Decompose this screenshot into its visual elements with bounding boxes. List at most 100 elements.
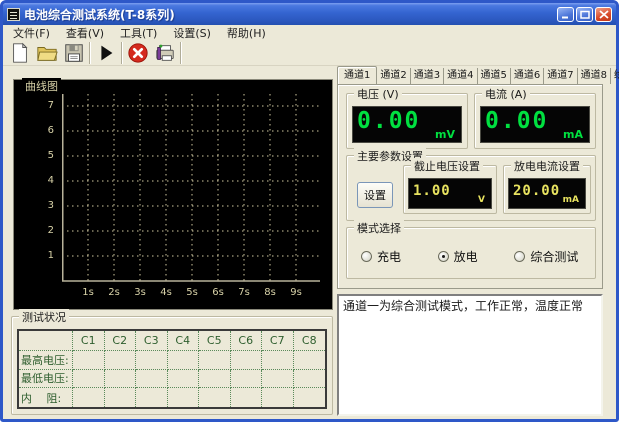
set-button[interactable]: 设置	[357, 182, 393, 208]
table-cell	[168, 351, 200, 370]
x-tick: 9s	[286, 287, 306, 298]
radio-charge[interactable]: 充电	[361, 248, 438, 265]
table-cell	[294, 370, 326, 389]
table-cell	[73, 370, 105, 389]
discharge-current-unit: mA	[563, 195, 579, 205]
radio-charge-label: 充电	[377, 248, 401, 265]
table-cell	[199, 351, 231, 370]
titlebar: 电池综合测试系统(T-8系列)	[3, 3, 616, 25]
table-cell	[231, 388, 263, 407]
y-tick: 7	[28, 100, 54, 111]
tab-channel-5[interactable]: 通道5	[478, 68, 511, 84]
radio-discharge[interactable]: 放电	[438, 248, 515, 265]
toolbar	[3, 41, 616, 66]
tab-channel-7[interactable]: 通道7	[544, 68, 577, 84]
x-tick: 3s	[130, 287, 150, 298]
column-header: C2	[105, 331, 137, 351]
tab-channel-1[interactable]: 通道1	[337, 66, 377, 84]
channel-tabstrip: 通道1 通道2 通道3 通道4 通道5 通道6 通道7 通道8 绘图 通用	[337, 66, 619, 84]
new-document-icon	[9, 42, 31, 64]
y-tick: 4	[28, 175, 54, 186]
table-cell	[105, 351, 137, 370]
table-cell	[262, 351, 294, 370]
new-button[interactable]	[6, 41, 33, 65]
table-corner-cell	[19, 331, 73, 351]
close-button[interactable]	[595, 7, 612, 22]
voltage-label: 电压 (V)	[354, 86, 402, 102]
channel-message-box[interactable]: 通道一为综合测试模式，工作正常，温度正常	[337, 294, 603, 416]
close-icon	[599, 10, 609, 19]
y-tick: 6	[28, 125, 54, 136]
toolbar-separator	[121, 42, 122, 64]
print-button[interactable]	[151, 41, 178, 65]
channel-tab-page: 电压 (V) 0.00 mV 电流 (A) 0.00 mA 主要参数设置 设置 …	[337, 84, 603, 289]
x-tick: 7s	[234, 287, 254, 298]
menu-view[interactable]: 查看(V)	[58, 24, 112, 42]
row-label-min-voltage: 最低电压:	[19, 370, 73, 389]
stop-icon	[127, 42, 149, 64]
radio-combined-test-label: 综合测试	[530, 248, 578, 265]
voltage-value: 0.00	[357, 108, 420, 134]
y-tick: 1	[28, 250, 54, 261]
tab-plot[interactable]: 绘图	[611, 68, 619, 84]
test-status-label: 测试状况	[19, 309, 69, 325]
column-header: C5	[199, 331, 231, 351]
menu-settings[interactable]: 设置(S)	[165, 24, 219, 42]
printer-icon	[154, 42, 176, 64]
table-cell	[262, 388, 294, 407]
run-button[interactable]	[92, 41, 119, 65]
tab-channel-3[interactable]: 通道3	[411, 68, 444, 84]
table-cell	[105, 388, 137, 407]
x-tick: 5s	[182, 287, 202, 298]
stop-button[interactable]	[124, 41, 151, 65]
status-table: C1 C2 C3 C4 C5 C6 C7 C8 最高电压: 最低电压:	[17, 329, 327, 409]
radio-circle-icon	[361, 251, 372, 262]
menu-help[interactable]: 帮助(H)	[219, 24, 274, 42]
menu-file[interactable]: 文件(F)	[5, 24, 58, 42]
column-header: C7	[262, 331, 294, 351]
mode-select-label: 模式选择	[354, 220, 404, 236]
table-cell	[168, 370, 200, 389]
tab-channel-6[interactable]: 通道6	[511, 68, 544, 84]
menu-tools[interactable]: 工具(T)	[112, 24, 165, 42]
cutoff-voltage-value: 1.00	[413, 183, 451, 199]
voltage-display: 0.00 mV	[352, 106, 462, 143]
client-area: 曲线图 7 6 5 4 3 2 1	[3, 66, 616, 419]
radio-combined-test[interactable]: 综合测试	[514, 248, 591, 265]
table-cell	[294, 351, 326, 370]
row-label-internal-resistance: 内 阻:	[19, 388, 73, 407]
minimize-icon	[561, 10, 571, 19]
app-window: 电池综合测试系统(T-8系列) 文件(F) 查看(V) 工具(T) 设置(S) …	[0, 0, 619, 422]
x-tick: 1s	[78, 287, 98, 298]
x-tick: 4s	[156, 287, 176, 298]
tab-channel-4[interactable]: 通道4	[444, 68, 477, 84]
mode-options: 充电 放电 综合测试	[361, 248, 591, 265]
toolbar-separator	[180, 42, 181, 64]
plot-grid	[62, 94, 320, 282]
tab-channel-2[interactable]: 通道2	[377, 68, 410, 84]
discharge-current-label: 放电电流设置	[511, 158, 583, 174]
table-cell	[168, 388, 200, 407]
x-tick: 2s	[104, 287, 124, 298]
menubar: 文件(F) 查看(V) 工具(T) 设置(S) 帮助(H)	[3, 25, 616, 41]
save-button[interactable]	[60, 41, 87, 65]
window-title: 电池综合测试系统(T-8系列)	[24, 6, 175, 23]
maximize-button[interactable]	[576, 7, 593, 22]
minimize-button[interactable]	[557, 7, 574, 22]
table-cell	[73, 351, 105, 370]
save-icon	[63, 42, 85, 64]
table-cell	[231, 370, 263, 389]
row-label-max-voltage: 最高电压:	[19, 351, 73, 370]
tab-channel-8[interactable]: 通道8	[578, 68, 611, 84]
test-status-group: 测试状况 C1 C2 C3 C4 C5 C6 C7 C8 最高电压:	[11, 316, 333, 415]
current-display: 0.00 mA	[480, 106, 590, 143]
table-cell	[199, 370, 231, 389]
open-button[interactable]	[33, 41, 60, 65]
table-cell	[136, 370, 168, 389]
column-header: C3	[136, 331, 168, 351]
cutoff-voltage-label: 截止电压设置	[411, 158, 483, 174]
radio-circle-icon	[514, 251, 525, 262]
table-cell	[105, 370, 137, 389]
curve-chart-panel: 曲线图 7 6 5 4 3 2 1	[13, 79, 333, 310]
column-header: C4	[168, 331, 200, 351]
